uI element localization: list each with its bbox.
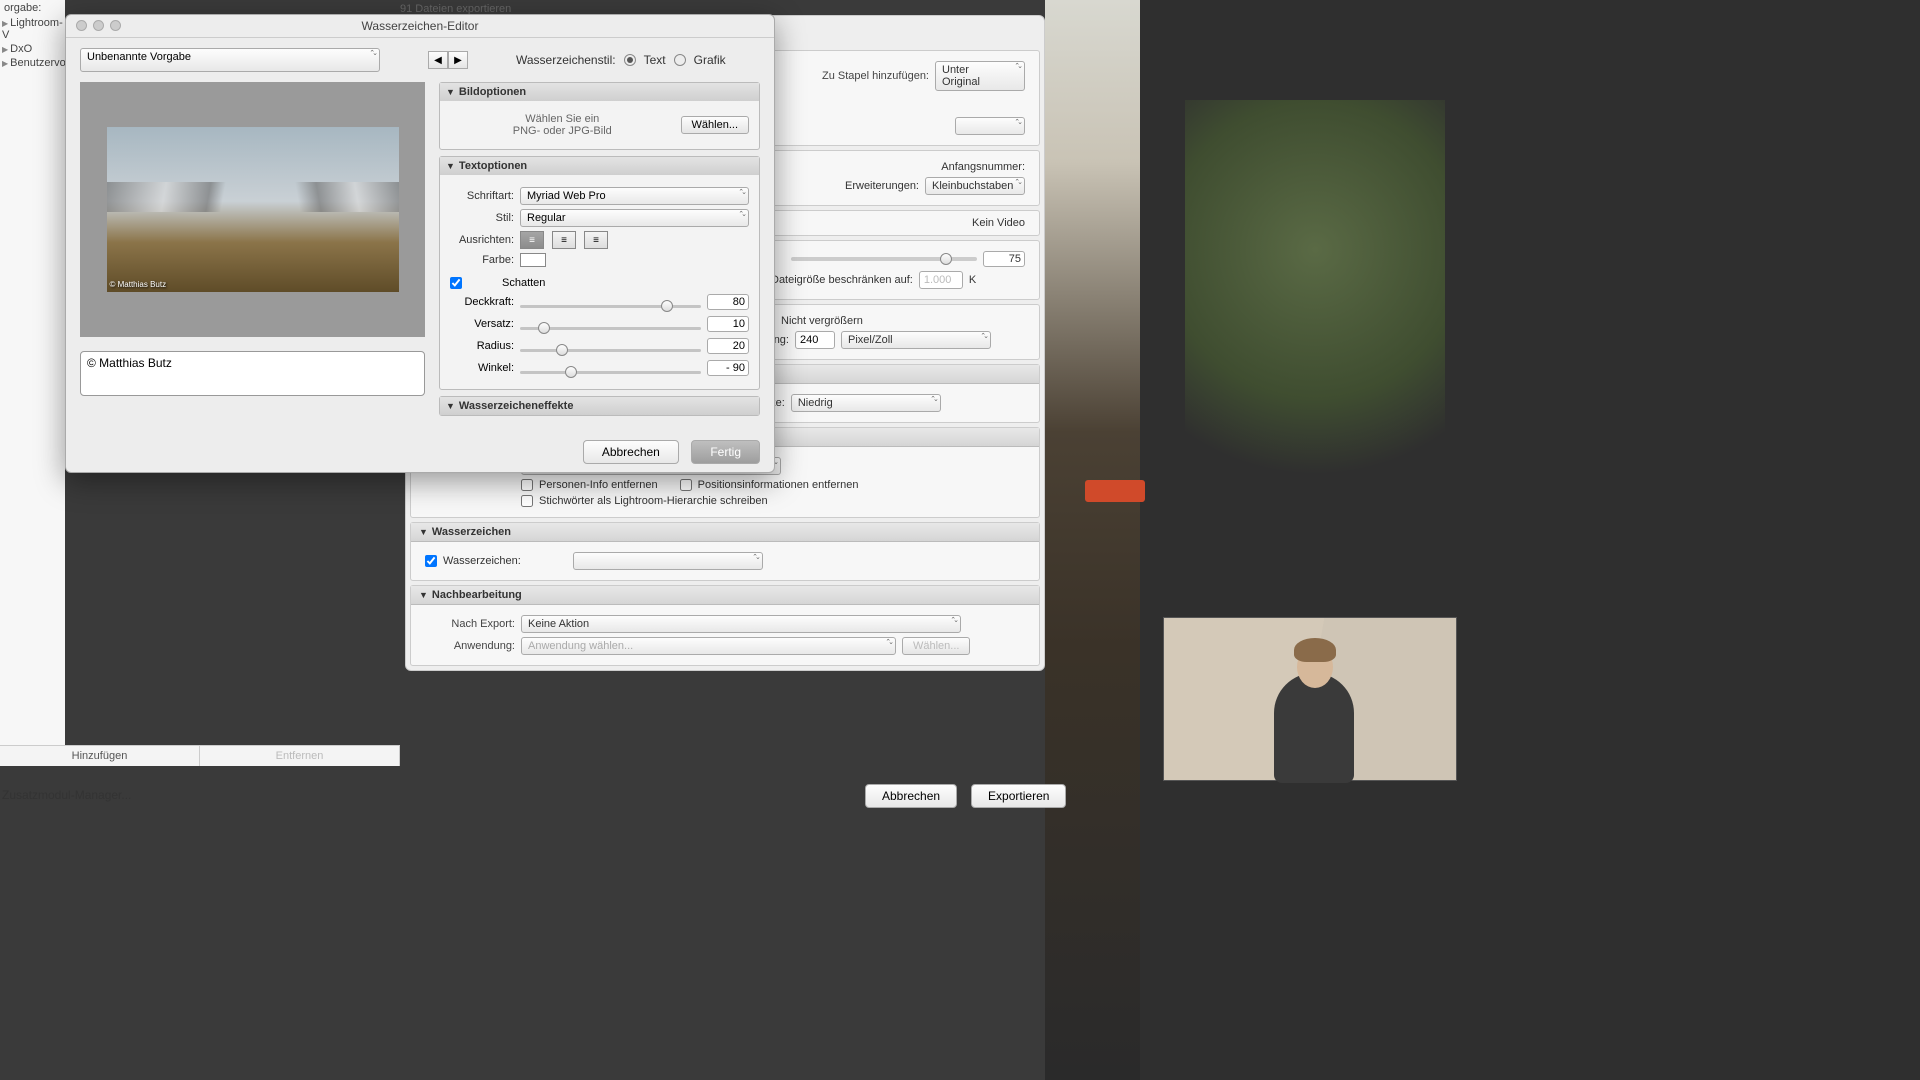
- radius-slider[interactable]: [520, 337, 701, 355]
- preset-bottom-bar: Hinzufügen Entfernen: [0, 745, 400, 766]
- align-label: Ausrichten:: [450, 234, 514, 246]
- image-hint-line1: Wählen Sie ein: [450, 113, 675, 125]
- sidebar-item-dxo[interactable]: DxO: [0, 42, 65, 56]
- triangle-down-icon: ▼: [446, 161, 455, 171]
- after-export-dropdown[interactable]: Keine Aktion: [521, 615, 961, 633]
- window-traffic-lights[interactable]: [76, 20, 121, 31]
- application-label: Anwendung:: [425, 640, 515, 652]
- offset-label: Versatz:: [450, 318, 514, 330]
- triangle-down-icon: ▼: [446, 401, 455, 411]
- strength-dropdown[interactable]: Niedrig: [791, 394, 941, 412]
- fontstyle-label: Stil:: [450, 212, 514, 224]
- watermark-preview: © Matthias Butz: [80, 82, 425, 337]
- triangle-down-icon: ▼: [446, 87, 455, 97]
- style-graphic-radio[interactable]: [674, 54, 686, 66]
- opacity-slider[interactable]: [520, 293, 701, 311]
- watermark-preset-dropdown[interactable]: Unbenannte Vorgabe: [80, 48, 380, 72]
- quality-slider[interactable]: [791, 257, 977, 261]
- filesize-unit: K: [969, 274, 976, 286]
- remove-preset-button: Entfernen: [200, 746, 400, 766]
- after-export-label: Nach Export:: [425, 618, 515, 630]
- sidebar-item-lightroom[interactable]: Lightroom-V: [0, 16, 65, 42]
- no-enlarge-label: Nicht vergrößern: [781, 315, 863, 327]
- image-hint-line2: PNG- oder JPG-Bild: [450, 125, 675, 137]
- watermark-section-head[interactable]: ▼Wasserzeichen: [411, 523, 1039, 542]
- next-image-button[interactable]: ▶: [448, 51, 468, 69]
- style-text-label: Text: [644, 53, 666, 67]
- stack-dropdown[interactable]: Unter Original: [935, 61, 1025, 91]
- startnum-label: Anfangsnummer:: [941, 161, 1025, 173]
- style-graphic-label: Grafik: [694, 53, 726, 67]
- triangle-down-icon: ▼: [419, 527, 428, 537]
- remove-person-checkbox[interactable]: [521, 479, 533, 491]
- watermark-editor-title: Wasserzeichen-Editor: [66, 15, 774, 38]
- extensions-dropdown[interactable]: Kleinbuchstaben: [925, 177, 1025, 195]
- quality-value[interactable]: 75: [983, 251, 1025, 267]
- font-label: Schriftart:: [450, 190, 514, 202]
- preset-sidebar: orgabe: Lightroom-V DxO Benutzervor: [0, 0, 65, 760]
- keywords-hier-checkbox[interactable]: [521, 495, 533, 507]
- watermark-dropdown[interactable]: [573, 552, 763, 570]
- image-options-head[interactable]: ▼Bildoptionen: [440, 83, 759, 101]
- offset-value[interactable]: 10: [707, 316, 749, 332]
- choose-image-button[interactable]: Wählen...: [681, 116, 749, 134]
- color-swatch[interactable]: [520, 253, 546, 267]
- sidebar-item-user[interactable]: Benutzervor: [0, 56, 65, 70]
- angle-value[interactable]: - 90: [707, 360, 749, 376]
- watermark-text-input[interactable]: [80, 351, 425, 396]
- watermark-checkbox[interactable]: [425, 555, 437, 567]
- remove-position-label: Positionsinformationen entfernen: [698, 479, 859, 491]
- postprocess-section-head[interactable]: ▼Nachbearbeitung: [411, 586, 1039, 605]
- watermark-effects-head[interactable]: ▼Wasserzeicheneffekte: [440, 397, 759, 415]
- prev-image-button[interactable]: ◀: [428, 51, 448, 69]
- watermark-done-button[interactable]: Fertig: [691, 440, 760, 464]
- align-right-button[interactable]: ≡: [584, 231, 608, 249]
- webcam-overlay: [1163, 617, 1457, 781]
- radius-label: Radius:: [450, 340, 514, 352]
- resolution-input[interactable]: [795, 331, 835, 349]
- fontstyle-dropdown[interactable]: Regular: [520, 209, 749, 227]
- text-options-head[interactable]: ▼Textoptionen: [440, 157, 759, 175]
- radius-value[interactable]: 20: [707, 338, 749, 354]
- style-text-radio[interactable]: [624, 54, 636, 66]
- addon-manager-link[interactable]: Zusatzmodul-Manager...: [2, 788, 131, 802]
- align-center-button[interactable]: ≡: [552, 231, 576, 249]
- extensions-label: Erweiterungen:: [845, 180, 919, 192]
- filesize-input[interactable]: [919, 271, 963, 289]
- resolution-unit-dropdown[interactable]: Pixel/Zoll: [841, 331, 991, 349]
- filesize-label: Dateigröße beschränken auf:: [771, 274, 913, 286]
- export-button[interactable]: Exportieren: [971, 784, 1066, 808]
- watermark-cancel-button[interactable]: Abbrechen: [583, 440, 679, 464]
- naming-dropdown[interactable]: [955, 117, 1025, 135]
- sidebar-label: orgabe:: [0, 0, 65, 16]
- keywords-hier-label: Stichwörter als Lightroom-Hierarchie sch…: [539, 495, 768, 507]
- font-dropdown[interactable]: Myriad Web Pro: [520, 187, 749, 205]
- angle-slider[interactable]: [520, 359, 701, 377]
- export-cancel-button[interactable]: Abbrechen: [865, 784, 957, 808]
- no-video-label: Kein Video: [972, 217, 1025, 229]
- color-label: Farbe:: [450, 254, 514, 266]
- offset-slider[interactable]: [520, 315, 701, 333]
- add-preset-button[interactable]: Hinzufügen: [0, 746, 200, 766]
- choose-app-button[interactable]: Wählen...: [902, 637, 970, 655]
- stack-label: Zu Stapel hinzufügen:: [822, 70, 929, 82]
- triangle-down-icon: ▼: [419, 590, 428, 600]
- align-left-button[interactable]: ≡: [520, 231, 544, 249]
- application-dropdown[interactable]: Anwendung wählen...: [521, 637, 896, 655]
- opacity-value[interactable]: 80: [707, 294, 749, 310]
- shadow-label: Schatten: [502, 277, 545, 289]
- remove-person-label: Personen-Info entfernen: [539, 479, 658, 491]
- watermark-label: Wasserzeichen:: [443, 555, 521, 567]
- background-photo: [1045, 0, 1920, 1080]
- watermark-style-label: Wasserzeichenstil:: [516, 53, 616, 67]
- angle-label: Winkel:: [450, 362, 514, 374]
- remove-position-checkbox[interactable]: [680, 479, 692, 491]
- watermark-editor-modal: Wasserzeichen-Editor Unbenannte Vorgabe …: [65, 14, 775, 473]
- watermark-overlay-text: © Matthias Butz: [110, 280, 167, 289]
- shadow-checkbox[interactable]: [450, 277, 462, 289]
- opacity-label: Deckkraft:: [450, 296, 514, 308]
